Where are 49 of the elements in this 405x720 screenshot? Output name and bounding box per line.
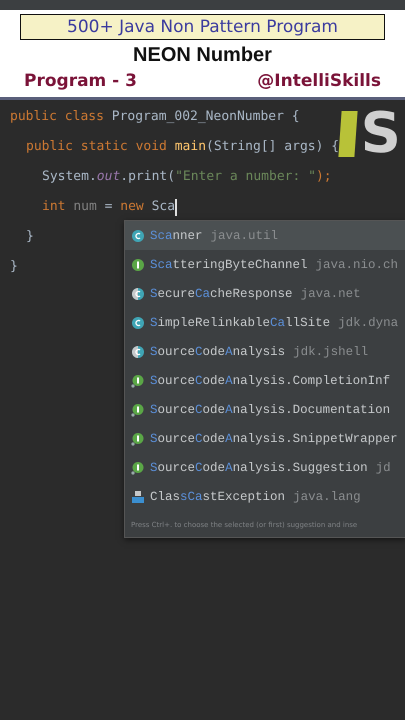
class-icon [131, 228, 145, 242]
class-name: ScatteringByteChannel [150, 258, 308, 272]
channel-handle: @IntelliSkills [257, 71, 381, 91]
interface-icon [131, 258, 145, 272]
suggestion-item[interactable]: Scanner java.util [125, 221, 405, 250]
class-icon [131, 316, 145, 330]
logo-letter: S [360, 106, 401, 162]
code-line: public static void main(String[] args) { [26, 138, 340, 156]
interface-icon [131, 460, 145, 474]
exception-class-icon [131, 490, 145, 504]
interface-icon [131, 432, 145, 446]
package-name: java.util [210, 228, 278, 242]
class-name: SourceCodeAnalysis.Suggestion [150, 460, 368, 474]
class-name: SourceCodeAnalysis.SnippetWrapper [150, 432, 398, 446]
package-name: java.nio.ch [316, 258, 398, 272]
code-line: System.out.print("Enter a number: "); [42, 168, 332, 186]
suggestion-item[interactable]: SecureCacheResponse java.net [125, 279, 405, 308]
package-name: java.net [300, 286, 361, 300]
suggestion-item[interactable]: ScatteringByteChannel java.nio.ch [125, 250, 405, 279]
topic-title: NEON Number [132, 44, 273, 67]
code-line: public class Program_002_NeonNumber { [10, 108, 300, 126]
interface-icon [131, 402, 145, 416]
package-name: jd [376, 460, 391, 474]
series-title: 500+ Java Non Pattern Program [20, 14, 385, 40]
suggestion-item[interactable]: SourceCodeAnalysis.CompletionInf [125, 366, 405, 395]
class-name: SourceCodeAnalysis.CompletionInf [150, 374, 390, 388]
suggestion-item[interactable]: SourceCodeAnalysis.Suggestion jd [125, 453, 405, 482]
class-name: SourceCodeAnalysis.Documentation [150, 402, 390, 416]
class-name: ClassCastException [150, 490, 286, 504]
class-name: SimpleRelinkableCallSite [150, 316, 330, 330]
class-name: Scanner [150, 228, 203, 242]
program-label: Program - 3 [24, 71, 137, 91]
suggestion-item[interactable]: SourceCodeAnalysis jdk.jshell [125, 337, 405, 366]
class-name: SourceCodeAnalysis [150, 344, 286, 358]
class-name: SecureCacheResponse [150, 286, 293, 300]
code-line: int num = new Sca [42, 198, 178, 218]
package-name: jdk.dyna [338, 316, 398, 330]
suggestion-item[interactable]: SimpleRelinkableCallSite jdk.dyna [125, 308, 405, 337]
logo-bar [338, 111, 358, 157]
abstract-class-icon [131, 344, 145, 358]
package-name: java.lang [293, 490, 361, 504]
package-name: jdk.jshell [293, 344, 368, 358]
suggestion-item[interactable]: SourceCodeAnalysis.SnippetWrapper [125, 424, 405, 453]
code-line: } [26, 228, 34, 246]
suggestion-item[interactable]: SourceCodeAnalysis.Documentation [125, 395, 405, 424]
interface-icon [131, 374, 145, 388]
abstract-class-icon [131, 286, 145, 300]
code-line: } [10, 258, 18, 276]
suggestion-item[interactable]: ClassCastException java.lang [125, 482, 405, 511]
